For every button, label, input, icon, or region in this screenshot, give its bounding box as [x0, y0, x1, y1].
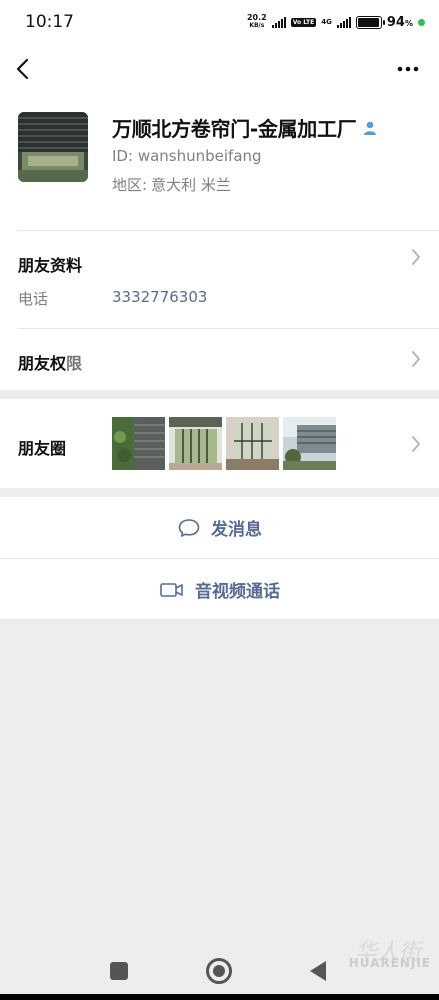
- permissions-title: 朋友权限: [18, 350, 82, 374]
- privacy-dot-icon: [418, 18, 425, 26]
- moments-row[interactable]: 朋友圈: [0, 399, 439, 488]
- permissions-title-main: 朋友权: [18, 354, 67, 373]
- moments-title: 朋友圈: [18, 439, 67, 458]
- contact-name: 万顺北方卷帘门-金属加工厂: [112, 117, 357, 141]
- phone-label: 电话: [18, 290, 49, 308]
- nav-bar: [0, 44, 439, 94]
- moments-thumbnail: [283, 417, 336, 470]
- avatar-image: [18, 112, 88, 182]
- network-type: 4G: [321, 17, 332, 26]
- net-speed: 20.2 KB/s: [247, 14, 267, 30]
- system-back-button[interactable]: [310, 961, 326, 981]
- watermark-text: HUARENJIE: [348, 956, 431, 970]
- moments-thumbnail: [112, 417, 165, 470]
- friend-info-section: 朋友资料 电话 3332776303 朋友权限: [0, 231, 439, 390]
- status-bar: 10:17 20.2 KB/s Vo LTE 4G 94%: [0, 0, 439, 44]
- battery-percent: 94%: [387, 15, 413, 30]
- signal-icon: [271, 16, 286, 28]
- moments-thumbnails: [112, 417, 336, 470]
- wechat-id-value: wanshunbeifang: [137, 147, 262, 165]
- friend-info-title: 朋友资料: [18, 256, 83, 275]
- name-row: 万顺北方卷帘门-金属加工厂: [112, 113, 378, 142]
- permissions-title-tail: 限: [66, 354, 83, 373]
- video-call-button[interactable]: 音视频通话: [0, 559, 439, 620]
- wechat-id-label: ID:: [112, 147, 134, 165]
- volte-badge: Vo LTE: [290, 17, 317, 27]
- home-button[interactable]: [206, 958, 232, 984]
- video-call-label: 音视频通话: [195, 582, 280, 602]
- recents-button[interactable]: [110, 962, 128, 980]
- net-speed-unit: KB/s: [249, 22, 265, 29]
- moments-thumbnail: [169, 417, 222, 470]
- chevron-right-icon: [412, 436, 420, 452]
- bottom-edge: [0, 994, 439, 1000]
- status-icons: 20.2 KB/s Vo LTE 4G 94%: [247, 14, 425, 30]
- friend-info-row[interactable]: 朋友资料 电话 3332776303: [0, 231, 439, 328]
- battery-value: 94: [386, 14, 405, 30]
- male-icon: [364, 121, 377, 135]
- battery-icon: [355, 15, 385, 29]
- avatar[interactable]: [18, 112, 88, 182]
- battery-unit: %: [404, 18, 413, 28]
- wechat-id: ID: wanshunbeifang: [112, 147, 262, 165]
- permissions-row[interactable]: 朋友权限: [0, 329, 439, 390]
- send-message-label: 发消息: [211, 520, 262, 540]
- chevron-right-icon: [412, 249, 420, 265]
- status-time: 10:17: [25, 12, 74, 32]
- video-camera-icon: [160, 582, 183, 597]
- actions-section: 发消息 音视频通话: [0, 497, 439, 619]
- more-icon[interactable]: [395, 58, 421, 80]
- region-label: 地区:: [112, 176, 148, 194]
- send-message-button[interactable]: 发消息: [0, 497, 439, 558]
- back-arrow-icon[interactable]: [12, 56, 34, 82]
- system-nav-bar: 华人街 HUARENJIE: [0, 940, 439, 1000]
- region-value: 意大利 米兰: [151, 176, 231, 194]
- profile-header: 万顺北方卷帘门-金属加工厂 ID: wanshunbeifang 地区: 意大利 …: [0, 94, 439, 231]
- phone-number-link[interactable]: 3332776303: [112, 288, 207, 306]
- signal-icon-2: [336, 16, 351, 28]
- chat-bubble-icon: [178, 518, 200, 537]
- moments-thumbnail: [226, 417, 279, 470]
- region: 地区: 意大利 米兰: [112, 174, 231, 195]
- chevron-right-icon: [412, 351, 420, 367]
- net-speed-value: 20.2: [246, 13, 267, 22]
